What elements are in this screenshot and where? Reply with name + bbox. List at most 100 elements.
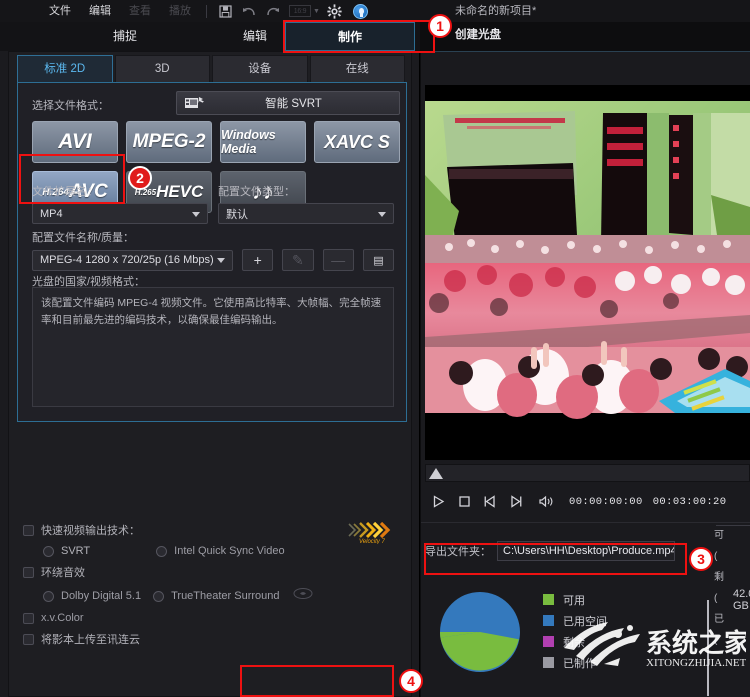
fast-video-output-label: 快速视频输出技术：: [41, 525, 140, 537]
surround-sound-row[interactable]: 环绕音效: [23, 564, 413, 580]
svrt-radio[interactable]: [43, 545, 54, 557]
annotation-box-produce-tab: [283, 20, 435, 53]
truetheater-radio[interactable]: [153, 590, 165, 602]
project-name-label: 未命名的新项目*: [455, 5, 537, 17]
fast-video-output-checkbox[interactable]: [23, 524, 34, 536]
panel-divider: [421, 522, 750, 523]
app-logo-slot: [0, 0, 40, 22]
tab-3d[interactable]: 3D: [114, 55, 210, 83]
profile-quality-dropdown[interactable]: MPEG-4 1280 x 720/25p (16 Mbps): [32, 249, 234, 271]
edge-vertical-rule: [707, 600, 709, 696]
profile-quality-label: 配置文件名称/质量：: [32, 232, 135, 244]
create-disc-label[interactable]: 创建光盘: [455, 26, 501, 42]
legend-swatch-remaining: [543, 636, 554, 647]
tab-online[interactable]: 在线: [309, 55, 405, 83]
file-extension-dropdown[interactable]: MP4: [32, 203, 208, 224]
edge-row: (: [714, 635, 718, 646]
upload-cloud-checkbox[interactable]: [23, 633, 34, 645]
menu-play[interactable]: 播放: [160, 0, 200, 22]
profile-type-dropdown[interactable]: 默认: [218, 203, 394, 224]
menu-file[interactable]: 文件: [40, 0, 80, 22]
legend-label-remaining: 剩余: [563, 636, 585, 649]
dolby-digital-label: Dolby Digital 5.1: [61, 590, 142, 602]
xvcolor-checkbox[interactable]: [23, 612, 34, 624]
legend-label-used: 已用空间: [563, 615, 607, 628]
tab-standard-2d[interactable]: 标准 2D: [17, 55, 113, 83]
annotation-box-start-button: [240, 665, 394, 697]
profile-description-text: 该配置文件编码 MPEG-4 视频文件。它使用高比特率、大帧幅、完全帧速率和目前…: [32, 287, 394, 407]
annotation-marker-1: 1: [428, 14, 452, 38]
menu-view[interactable]: 查看: [120, 0, 160, 22]
annotation-marker-3: 3: [689, 547, 713, 571]
stop-icon[interactable]: [451, 489, 477, 515]
annotation-marker-4: 4: [399, 669, 423, 693]
total-timecode: 00:03:00:20: [652, 495, 727, 508]
play-icon[interactable]: [425, 489, 451, 515]
annotation-box-export-path: [424, 543, 687, 575]
produce-panel-body: 标准 2D 3D 设备 在线 选择文件格式： 智能 SVRT AVI MPEG-…: [8, 51, 412, 697]
menu-edit[interactable]: 编辑: [80, 0, 120, 22]
select-format-label: 选择文件格式：: [32, 100, 109, 112]
svg-text:Velocity 7: Velocity 7: [359, 539, 385, 544]
aspect-ratio-indicator[interactable]: 16:9: [289, 5, 311, 17]
edge-row: (: [714, 551, 718, 562]
edit-profile-button[interactable]: ✎: [282, 249, 314, 271]
edge-row: 已: [714, 614, 724, 625]
save-icon[interactable]: [215, 1, 235, 21]
profile-type-value: 默认: [226, 208, 248, 221]
app-window: 文件 编辑 查看 播放 16:9 ▼ 捕捉 编辑 制作 未命名的新项目* 创建光…: [0, 0, 750, 697]
chevron-down-icon[interactable]: ▼: [313, 8, 320, 15]
profile-quality-value: MPEG-4 1280 x 720/25p (16 Mbps): [40, 254, 214, 266]
menu-bar: 文件 编辑 查看 播放 16:9 ▼: [0, 0, 750, 22]
annotation-marker-2: 2: [128, 166, 152, 190]
xvcolor-row[interactable]: x.v.Color: [23, 612, 413, 624]
secondary-disc-panel-clipped: 可 ( 剩 ( 已 (: [714, 525, 750, 697]
surround-sound-checkbox[interactable]: [23, 566, 34, 578]
edge-row: 可: [714, 530, 724, 541]
format-button-mpeg2[interactable]: MPEG-2: [126, 121, 212, 163]
chevron-down-icon: [217, 258, 226, 263]
intel-quick-sync-radio[interactable]: [156, 545, 168, 557]
chevron-down-icon: [192, 211, 200, 217]
mode-tab-edit[interactable]: 编辑: [220, 22, 290, 51]
annotation-box-avc-button: [19, 154, 125, 204]
menu-divider: [206, 4, 207, 18]
fast-video-radio-row: SVRT Intel Quick Sync Video: [23, 545, 413, 557]
video-frame-image: [425, 85, 750, 460]
profile-type-label: 配置文件类型：: [218, 186, 295, 198]
truetheater-info-icon[interactable]: [292, 587, 314, 605]
chevron-down-icon: [378, 211, 386, 217]
playhead-marker-icon[interactable]: [429, 468, 443, 479]
output-options-area: Velocity 7 快速视频输出技术： SVRT Intel Quick Sy…: [23, 521, 413, 654]
smart-svrt-label: 智能 SVRT: [265, 98, 322, 110]
tab-device[interactable]: 设备: [212, 55, 308, 83]
output-type-tabs: 标准 2D 3D 设备 在线: [17, 55, 407, 83]
gear-icon[interactable]: [325, 1, 345, 21]
legend-swatch-used: [543, 615, 554, 626]
format-button-windows-media[interactable]: Windows Media: [220, 121, 306, 163]
format-button-xavc-s[interactable]: XAVC S: [314, 121, 400, 163]
notification-bell-badge-icon[interactable]: [352, 3, 368, 19]
legend-label-produced: 已制作: [563, 657, 596, 670]
profile-quality-group: 配置文件名称/质量： MPEG-4 1280 x 720/25p (16 Mbp…: [32, 229, 395, 271]
svrt-clip-icon: [184, 95, 210, 111]
legend-item: 已用空间: [543, 610, 607, 631]
add-profile-button[interactable]: +: [242, 249, 274, 271]
speaker-volume-icon[interactable]: [533, 489, 559, 515]
mode-tab-capture[interactable]: 捕捉: [85, 22, 165, 51]
undo-arrow-icon[interactable]: [239, 1, 259, 21]
redo-arrow-icon[interactable]: [263, 1, 283, 21]
remove-profile-button[interactable]: —: [322, 249, 354, 271]
next-frame-icon[interactable]: [503, 489, 529, 515]
video-preview[interactable]: [425, 85, 750, 460]
profile-detail-button[interactable]: ▤: [362, 249, 395, 271]
previous-frame-icon[interactable]: [477, 489, 503, 515]
smart-svrt-button[interactable]: 智能 SVRT: [176, 91, 400, 115]
legend-swatch-produced: [543, 657, 554, 668]
file-extension-value: MP4: [40, 207, 63, 220]
upload-cloud-row[interactable]: 将影本上传至讯连云: [23, 631, 413, 647]
dolby-digital-radio[interactable]: [43, 590, 54, 602]
legend-swatch-available: [543, 594, 554, 605]
upload-cloud-label: 将影本上传至讯连云: [41, 634, 140, 646]
timeline-scrubber[interactable]: [425, 464, 750, 482]
